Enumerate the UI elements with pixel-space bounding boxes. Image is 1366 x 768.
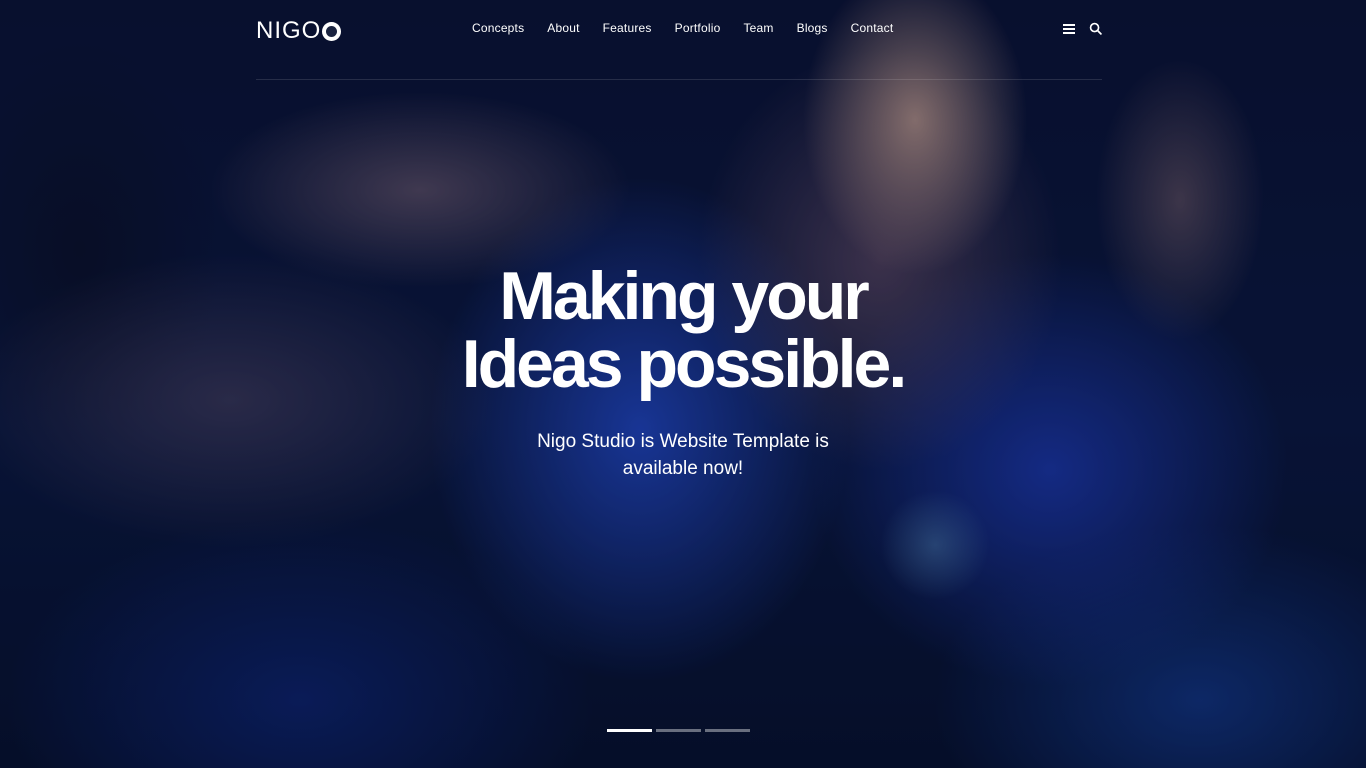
main-nav: Concepts About Features Portfolio Team B… xyxy=(472,21,916,35)
slide-indicator-1[interactable] xyxy=(607,729,652,732)
site-header: NIGO Concepts About Features Portfolio T… xyxy=(256,0,1102,80)
nav-item-portfolio[interactable]: Portfolio xyxy=(675,21,721,35)
header-icons xyxy=(1063,22,1102,35)
menu-icon[interactable] xyxy=(1063,23,1075,34)
nav-item-blogs[interactable]: Blogs xyxy=(797,21,828,35)
hero-subheading: Nigo Studio is Website Template is avail… xyxy=(537,431,829,479)
hero-headline-line2: Ideas possible. xyxy=(461,326,908,402)
hero-headline: Making your Ideas possible. xyxy=(383,262,983,398)
slide-indicator-3[interactable] xyxy=(705,729,750,732)
nav-item-team[interactable]: Team xyxy=(743,21,773,35)
nav-item-concepts[interactable]: Concepts xyxy=(472,21,524,35)
slider-pagination xyxy=(607,729,750,732)
logo-circle-icon xyxy=(322,21,342,41)
nav-item-about[interactable]: About xyxy=(547,21,579,35)
logo[interactable]: NIGO xyxy=(256,17,342,45)
logo-text: NIGO xyxy=(256,17,322,44)
nav-item-contact[interactable]: Contact xyxy=(851,21,894,35)
nav-item-features[interactable]: Features xyxy=(603,21,652,35)
search-icon[interactable] xyxy=(1089,22,1102,35)
hero-headline-line1: Making your xyxy=(499,258,869,334)
background-ornament xyxy=(880,490,990,600)
slide-indicator-2[interactable] xyxy=(656,729,701,732)
hero-section: Making your Ideas possible. Nigo Studio … xyxy=(383,262,983,482)
